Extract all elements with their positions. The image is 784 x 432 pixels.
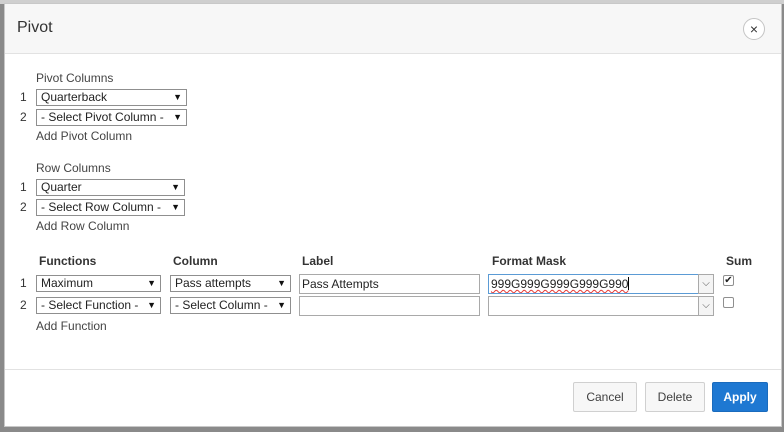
column-header: Column xyxy=(173,254,218,268)
function-column-1-select[interactable]: Pass attempts ▼ xyxy=(170,275,291,292)
pivot-columns-heading: Pivot Columns xyxy=(36,71,114,85)
chevron-down-icon: ▼ xyxy=(277,278,286,288)
chevron-down-icon: ▼ xyxy=(171,202,180,212)
row-columns-heading: Row Columns xyxy=(36,161,111,175)
pivot-column-2-value: - Select Pivot Column - xyxy=(41,110,164,124)
function-column-2-select[interactable]: - Select Column - ▼ xyxy=(170,297,291,314)
dialog-body: Pivot Columns 1 Quarterback ▼ 2 - Select… xyxy=(5,54,781,371)
cancel-button[interactable]: Cancel xyxy=(573,382,637,412)
function-2-select[interactable]: - Select Function - ▼ xyxy=(36,297,161,314)
row-column-1-value: Quarter xyxy=(41,180,82,194)
format-mask-1-input[interactable]: 999G999G999G999G990 xyxy=(488,274,699,294)
chevron-down-icon: ▼ xyxy=(173,92,182,102)
function-row-1-number: 1 xyxy=(20,276,27,290)
chevron-down-icon: ▼ xyxy=(147,300,156,310)
pivot-dialog: Pivot × Pivot Columns 1 Quarterback ▼ 2 … xyxy=(4,3,782,427)
add-row-column-link[interactable]: Add Row Column xyxy=(36,219,129,233)
format-mask-2-dropdown-icon[interactable]: ⌵ xyxy=(698,296,714,316)
dialog-titlebar: Pivot × xyxy=(5,4,781,54)
row-column-2-number: 2 xyxy=(20,200,27,214)
row-column-2-select[interactable]: - Select Row Column - ▼ xyxy=(36,199,185,216)
format-mask-header: Format Mask xyxy=(492,254,567,268)
label-header: Label xyxy=(302,254,334,268)
text-caret xyxy=(628,277,630,290)
close-icon[interactable]: × xyxy=(743,18,765,40)
pivot-column-1-value: Quarterback xyxy=(41,90,108,104)
add-function-link[interactable]: Add Function xyxy=(36,319,107,333)
functions-header: Functions xyxy=(39,254,97,268)
function-column-1-value: Pass attempts xyxy=(175,276,252,290)
checkmark-icon: ✔ xyxy=(724,275,733,286)
sum-header: Sum xyxy=(726,254,753,268)
row-column-1-number: 1 xyxy=(20,180,27,194)
chevron-down-icon: ▼ xyxy=(171,182,180,192)
function-2-value: - Select Function - xyxy=(41,298,139,312)
function-1-value: Maximum xyxy=(41,276,94,290)
pivot-row-2-number: 2 xyxy=(20,110,27,124)
pivot-column-1-select[interactable]: Quarterback ▼ xyxy=(36,89,187,106)
add-pivot-column-link[interactable]: Add Pivot Column xyxy=(36,129,132,143)
function-1-select[interactable]: Maximum ▼ xyxy=(36,275,161,292)
sum-1-checkbox[interactable]: ✔ xyxy=(723,275,734,286)
chevron-down-icon: ▼ xyxy=(277,300,286,310)
apply-button[interactable]: Apply xyxy=(712,382,768,412)
dialog-footer: Cancel Delete Apply xyxy=(5,369,781,426)
row-column-1-select[interactable]: Quarter ▼ xyxy=(36,179,185,196)
row-column-2-value: - Select Row Column - xyxy=(41,200,162,214)
function-column-2-value: - Select Column - xyxy=(175,298,268,312)
chevron-down-icon: ▼ xyxy=(173,112,182,122)
function-label-2-input[interactable] xyxy=(299,296,480,316)
delete-button[interactable]: Delete xyxy=(645,382,705,412)
format-mask-1-value: 999G999G999G999G990 xyxy=(491,277,629,291)
sum-2-checkbox[interactable] xyxy=(723,297,734,308)
format-mask-1-dropdown-icon[interactable]: ⌵ xyxy=(698,274,714,294)
format-mask-2-input[interactable] xyxy=(488,296,699,316)
function-label-1-input[interactable]: Pass Attempts xyxy=(299,274,480,294)
pivot-column-2-select[interactable]: - Select Pivot Column - ▼ xyxy=(36,109,187,126)
function-row-2-number: 2 xyxy=(20,298,27,312)
pivot-row-1-number: 1 xyxy=(20,90,27,104)
function-label-1-value: Pass Attempts xyxy=(302,277,379,291)
chevron-down-icon: ▼ xyxy=(147,278,156,288)
dialog-title: Pivot xyxy=(17,19,53,36)
